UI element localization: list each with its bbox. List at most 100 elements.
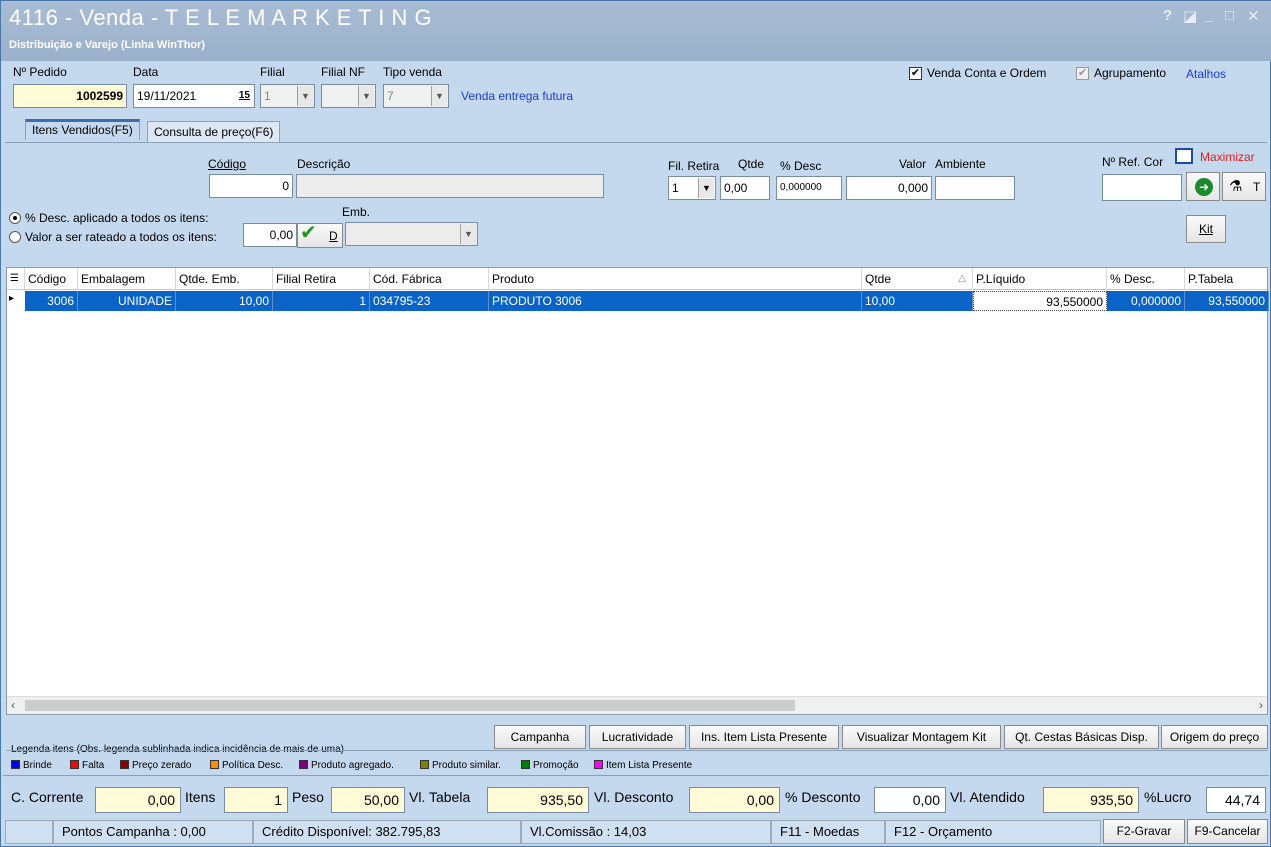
lucratividade-button[interactable]: Lucratividade (589, 725, 686, 749)
restore-icon[interactable]: ◪ (1183, 7, 1197, 25)
tipo-venda-select[interactable]: 7 ▼ (383, 84, 449, 108)
tab-consulta-preco[interactable]: Consulta de preço(F6) (147, 121, 281, 142)
checkmark-icon: ✔ (300, 222, 317, 244)
chevron-down-icon[interactable]: ▼ (358, 86, 374, 106)
pedido-field[interactable]: 1002599 (13, 84, 127, 108)
minimize-icon[interactable]: _ (1205, 7, 1213, 24)
status-empty (5, 820, 53, 844)
col-qtde-label: Qtde (865, 272, 892, 286)
col-codigo[interactable]: Código (25, 268, 78, 290)
kit-label: Kit (1198, 222, 1213, 236)
col-cod-fabrica[interactable]: Cód. Fábrica (370, 268, 489, 290)
agrupamento-checkbox[interactable]: ✔ (1076, 67, 1089, 80)
desc-input[interactable]: 0,000000 (776, 176, 842, 200)
data-field[interactable]: 19/11/2021 15 (133, 84, 255, 108)
maximize-window-icon[interactable] (1175, 148, 1193, 164)
t-label: T (1253, 180, 1261, 194)
maximizar-link[interactable]: Maximizar (1200, 150, 1255, 164)
qt-cestas-basicas-button[interactable]: Qt. Cestas Básicas Disp. (1004, 725, 1159, 749)
chevron-down-icon[interactable]: ▼ (297, 86, 313, 106)
radio-desc-todos[interactable] (9, 212, 21, 224)
cell-desc[interactable]: 0,000000 (1107, 291, 1185, 311)
window-subtitle: Distribuição e Varejo (Linha WinThor) (9, 39, 206, 51)
chevron-down-icon[interactable]: ▼ (431, 86, 447, 106)
scroll-thumb[interactable] (25, 700, 795, 711)
codigo-input[interactable]: 0 (209, 174, 293, 198)
ref-cor-label: Nº Ref. Cor (1102, 155, 1164, 169)
cell-filial-retira[interactable]: 1 (273, 291, 370, 311)
cancelar-button[interactable]: F9-Cancelar (1187, 819, 1268, 844)
filial-select[interactable]: 1 ▼ (260, 84, 315, 108)
c-corrente-label: C. Corrente (11, 789, 84, 805)
col-p-liquido[interactable]: P.Líquido (973, 268, 1107, 290)
cell-p-liquido[interactable]: 93,550000 (973, 291, 1107, 311)
cell-cod-fabrica[interactable]: 034795-23 (370, 291, 489, 311)
campanha-button[interactable]: Campanha (494, 725, 586, 749)
venda-conta-ordem-checkbox[interactable]: ✔ (909, 67, 922, 80)
data-value: 19/11/2021 (137, 89, 197, 103)
vl-tabela-label: Vl. Tabela (409, 789, 471, 805)
close-icon[interactable]: ✕ (1247, 7, 1260, 25)
d-label: D (329, 229, 338, 243)
items-grid[interactable]: ☰ Código Embalagem Qtde. Emb. Filial Ret… (6, 267, 1269, 715)
vl-desconto-label: Vl. Desconto (594, 789, 674, 805)
scroll-left-icon[interactable]: ‹ (11, 698, 15, 712)
col-filial-retira[interactable]: Filial Retira (273, 268, 370, 290)
status-f12-orcamento[interactable]: F12 - Orçamento (885, 820, 1101, 844)
go-button[interactable]: ➜ (1186, 172, 1220, 201)
apply-discount-button[interactable]: ✔ D (297, 222, 343, 248)
chevron-down-icon[interactable]: ▼ (698, 178, 714, 198)
ref-cor-input[interactable] (1102, 174, 1182, 201)
visualizar-montagem-kit-button[interactable]: Visualizar Montagem Kit (842, 725, 1001, 749)
vl-tabela-value: 935,50 (487, 787, 589, 813)
horizontal-scrollbar[interactable]: ‹ › (7, 696, 1267, 714)
gravar-button[interactable]: F2-Gravar (1103, 819, 1185, 844)
cell-qtde-emb[interactable]: 10,00 (176, 291, 273, 311)
cell-qtde[interactable]: 10,00 (862, 291, 973, 311)
flask-button[interactable]: ⚗ T (1222, 172, 1266, 201)
qtde-input[interactable]: 0,00 (720, 176, 770, 200)
pct-desconto-label: % Desconto (785, 789, 861, 805)
legend-preco-zerado: Preço zerado (120, 760, 191, 771)
table-row[interactable]: ▸ 3006 UNIDADE 10,00 1 034795-23 PRODUTO… (7, 291, 1269, 311)
origem-preco-button[interactable]: Origem do preço (1161, 725, 1268, 749)
atalhos-link[interactable]: Atalhos (1186, 67, 1226, 81)
col-qtde[interactable]: Qtde △ (862, 268, 973, 290)
legend-politica-desc: Política Desc. (210, 760, 283, 771)
tipo-venda-label: Tipo venda (383, 65, 442, 79)
valor-input[interactable]: 0,000 (846, 176, 932, 200)
cell-codigo[interactable]: 3006 (25, 291, 78, 311)
tab-itens-vendidos[interactable]: Itens Vendidos(F5) (25, 119, 140, 140)
emb-select[interactable]: ▼ (345, 222, 478, 246)
filial-nf-select[interactable]: ▼ (321, 84, 376, 108)
help-icon[interactable]: ? (1163, 7, 1172, 24)
scroll-right-icon[interactable]: › (1259, 698, 1263, 712)
col-embalagem[interactable]: Embalagem (78, 268, 176, 290)
col-desc[interactable]: % Desc. (1107, 268, 1185, 290)
col-produto[interactable]: Produto (489, 268, 862, 290)
ins-item-lista-presente-button[interactable]: Ins. Item Lista Presente (689, 725, 839, 749)
qtde-label: Qtde (738, 157, 765, 171)
cell-produto[interactable]: PRODUTO 3006 (489, 291, 862, 311)
legend-swatch (521, 760, 530, 769)
kit-button[interactable]: Kit (1186, 215, 1226, 243)
col-qtde-emb[interactable]: Qtde. Emb. (176, 268, 273, 290)
tipo-venda-value: 7 (387, 89, 394, 103)
peso-label: Peso (292, 789, 324, 805)
radio-valor-rateado[interactable] (9, 231, 21, 243)
chevron-down-icon[interactable]: ▼ (460, 224, 476, 244)
fil-retira-select[interactable]: 1 ▼ (668, 176, 716, 200)
discount-value-input[interactable]: 0,00 (243, 223, 297, 247)
legend-swatch (299, 760, 308, 769)
maximize-icon[interactable]: □ (1225, 7, 1234, 24)
calendar-icon[interactable]: 15 (239, 85, 250, 107)
legend-swatch (210, 760, 219, 769)
descricao-input[interactable] (296, 174, 604, 198)
cell-embalagem[interactable]: UNIDADE (78, 291, 176, 311)
column-chooser-icon[interactable]: ☰ (7, 268, 25, 290)
ambiente-input[interactable] (935, 176, 1015, 200)
agrupamento-label: Agrupamento (1094, 66, 1167, 80)
cell-p-tabela[interactable]: 93,550000 (1185, 291, 1269, 311)
status-f11-moedas[interactable]: F11 - Moedas (771, 820, 885, 844)
col-p-tabela[interactable]: P.Tabela (1185, 268, 1269, 290)
